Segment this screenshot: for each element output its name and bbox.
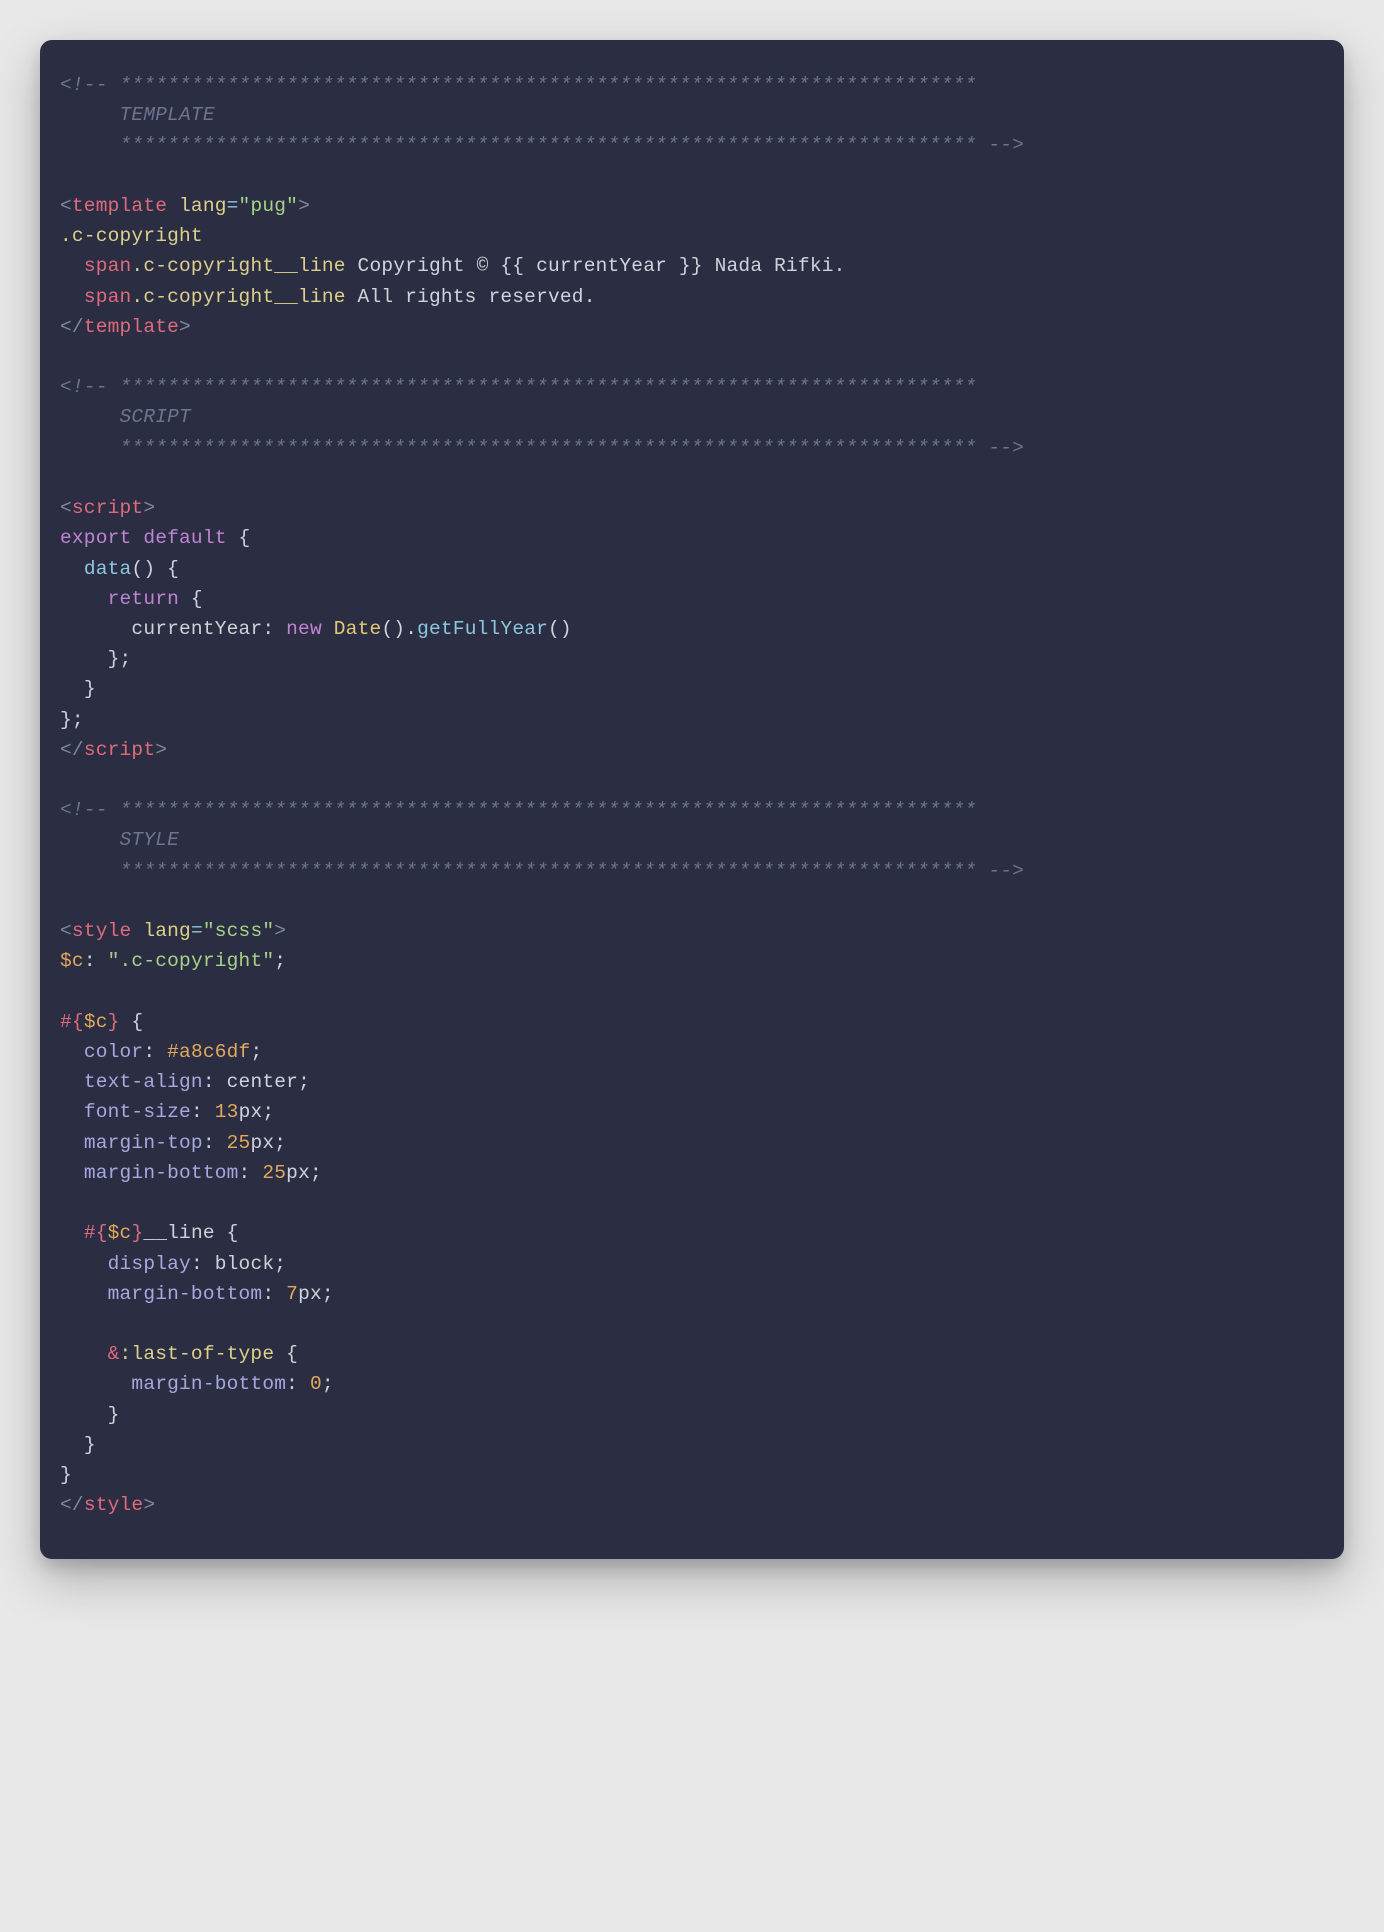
comment-line: <!-- ***********************************… bbox=[60, 799, 1024, 881]
tag-open: < bbox=[60, 497, 72, 519]
tag-close: > bbox=[179, 316, 191, 338]
tag-name: style bbox=[72, 920, 132, 942]
property: currentYear bbox=[131, 618, 262, 640]
tag-open: < bbox=[60, 195, 72, 217]
text: Copyright © {{ currentYear }} Nada Rifki… bbox=[346, 255, 846, 277]
css-prop: margin-bottom bbox=[131, 1373, 286, 1395]
brace: } bbox=[84, 1434, 96, 1456]
selector: #{ bbox=[60, 1011, 84, 1033]
tag-close: > bbox=[143, 497, 155, 519]
operator: = bbox=[227, 195, 239, 217]
pug-class: .c-copyright__line bbox=[131, 286, 345, 308]
text: All rights reserved. bbox=[346, 286, 596, 308]
tag-name: template bbox=[84, 316, 179, 338]
css-value: center bbox=[227, 1071, 298, 1093]
number: 13 bbox=[215, 1101, 239, 1123]
tag-open: < bbox=[60, 920, 72, 942]
tag-close: > bbox=[274, 920, 286, 942]
code-content: <!-- ***********************************… bbox=[60, 70, 1324, 1521]
tag-open: </ bbox=[60, 739, 84, 761]
brace: { bbox=[179, 588, 203, 610]
css-value: block bbox=[215, 1253, 275, 1275]
variable: $c bbox=[60, 950, 84, 972]
brace: } bbox=[108, 1404, 120, 1426]
css-value: #a8c6df bbox=[167, 1041, 250, 1063]
class: Date bbox=[334, 618, 382, 640]
variable: $c bbox=[84, 1011, 108, 1033]
string: "pug" bbox=[239, 195, 299, 217]
tag-open: </ bbox=[60, 316, 84, 338]
brace: { bbox=[120, 1011, 144, 1033]
tag-name: script bbox=[72, 497, 143, 519]
css-prop: color bbox=[84, 1041, 144, 1063]
brace: } bbox=[84, 678, 96, 700]
method: data bbox=[84, 558, 132, 580]
tag-name: template bbox=[72, 195, 167, 217]
tag-name: style bbox=[84, 1494, 144, 1516]
pug-tag: span bbox=[84, 286, 132, 308]
operator: = bbox=[191, 920, 203, 942]
string: ".c-copyright" bbox=[108, 950, 275, 972]
pug-class: .c-copyright bbox=[60, 225, 203, 247]
brace: }; bbox=[108, 648, 132, 670]
number: 25 bbox=[262, 1162, 286, 1184]
css-prop: margin-top bbox=[84, 1132, 203, 1154]
parent-selector: & bbox=[108, 1343, 120, 1365]
code-block: <!-- ***********************************… bbox=[40, 40, 1344, 1559]
keyword: default bbox=[143, 527, 226, 549]
selector: #{ bbox=[84, 1222, 108, 1244]
keyword: export bbox=[60, 527, 131, 549]
variable: $c bbox=[108, 1222, 132, 1244]
comment-line: <!-- ***********************************… bbox=[60, 74, 1024, 156]
number: 7 bbox=[286, 1283, 298, 1305]
keyword: new bbox=[286, 618, 322, 640]
attr-name: lang bbox=[131, 920, 191, 942]
css-prop: margin-bottom bbox=[84, 1162, 239, 1184]
brace: } bbox=[60, 1464, 72, 1486]
selector-suffix: __line bbox=[143, 1222, 214, 1244]
brace: { bbox=[155, 558, 179, 580]
comment-line: <!-- ***********************************… bbox=[60, 376, 1024, 458]
pug-tag: span bbox=[84, 255, 132, 277]
string: "scss" bbox=[203, 920, 274, 942]
css-prop: text-align bbox=[84, 1071, 203, 1093]
tag-close: > bbox=[298, 195, 310, 217]
tag-name: script bbox=[84, 739, 155, 761]
pug-class: .c-copyright__line bbox=[131, 255, 345, 277]
brace: { bbox=[227, 527, 251, 549]
number: 25 bbox=[227, 1132, 251, 1154]
tag-open: </ bbox=[60, 1494, 84, 1516]
keyword: return bbox=[108, 588, 179, 610]
brace: { bbox=[215, 1222, 239, 1244]
brace: }; bbox=[60, 709, 84, 731]
method: getFullYear bbox=[417, 618, 548, 640]
parens: () bbox=[131, 558, 155, 580]
number: 0 bbox=[310, 1373, 322, 1395]
tag-close: > bbox=[155, 739, 167, 761]
css-prop: margin-bottom bbox=[108, 1283, 263, 1305]
tag-close: > bbox=[143, 1494, 155, 1516]
css-prop: display bbox=[108, 1253, 191, 1275]
pseudo-class: :last-of-type bbox=[120, 1343, 275, 1365]
css-prop: font-size bbox=[84, 1101, 191, 1123]
brace: { bbox=[274, 1343, 298, 1365]
attr-name: lang bbox=[167, 195, 227, 217]
